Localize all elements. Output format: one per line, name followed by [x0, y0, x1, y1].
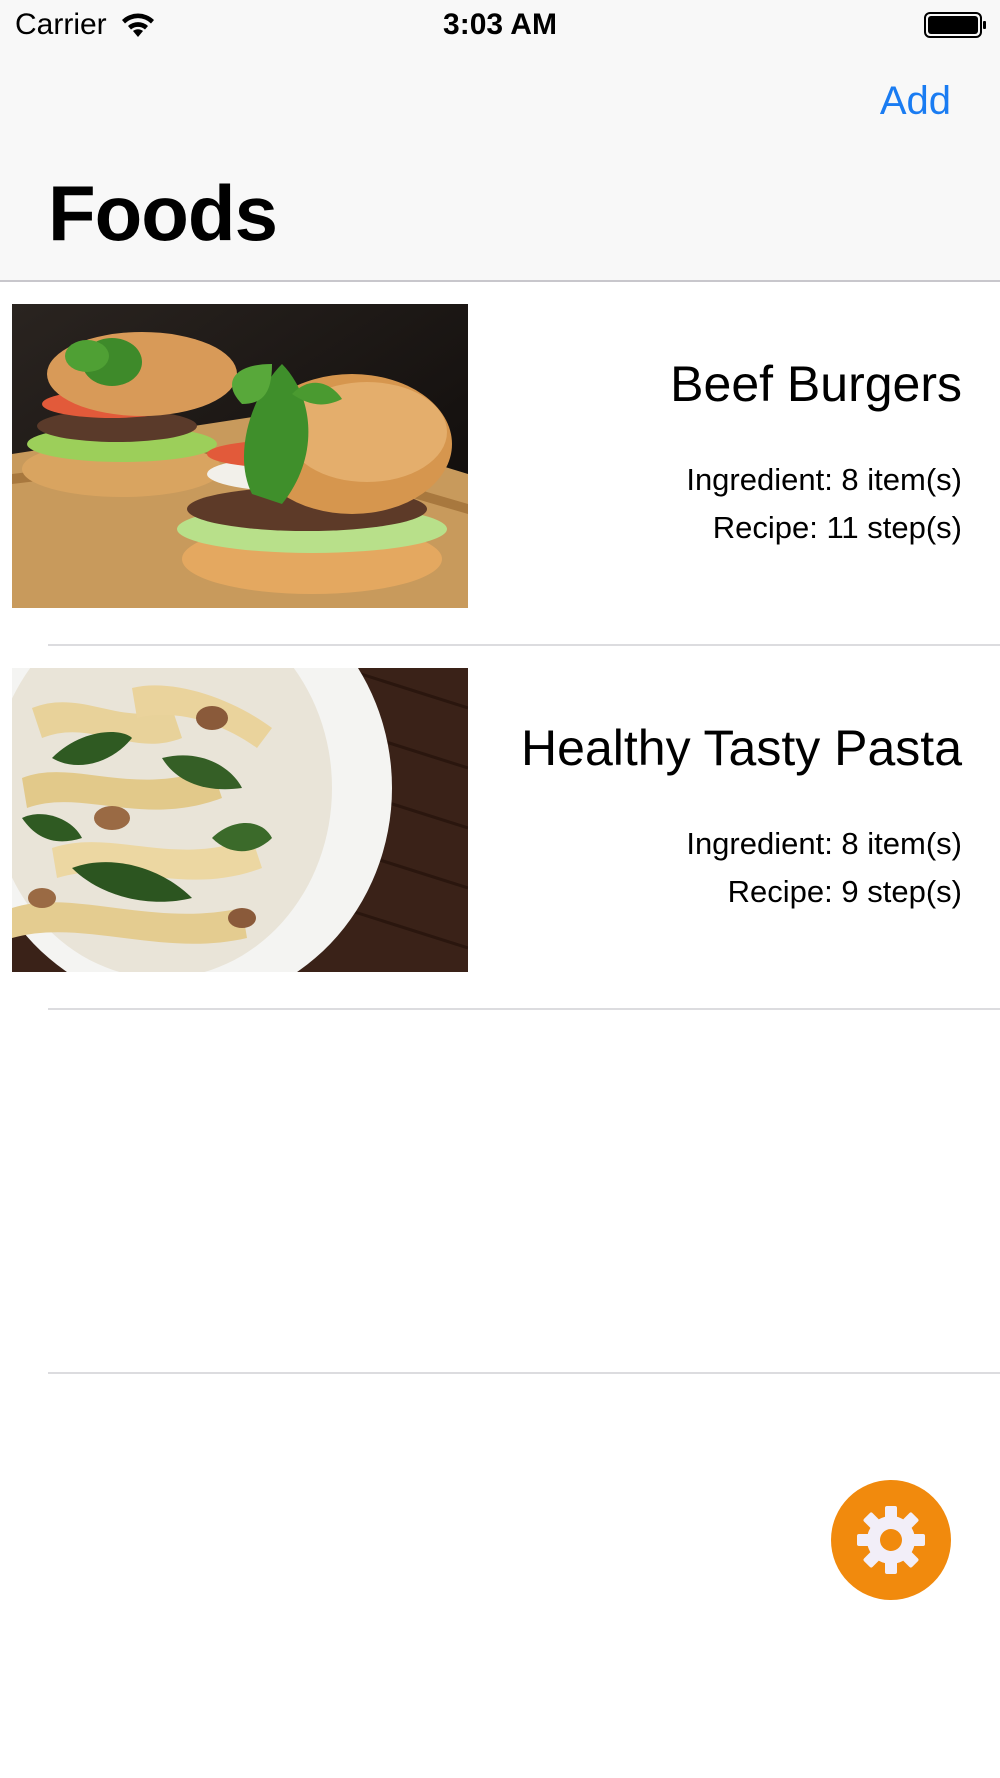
- food-name: Healthy Tasty Pasta: [521, 720, 962, 776]
- burger-photo: [12, 304, 468, 608]
- pasta-photo: [12, 668, 468, 972]
- app-screen: Carrier 3:03 AM Add Foods Beef Burgers I…: [0, 0, 1000, 1778]
- status-time: 3:03 AM: [443, 8, 557, 41]
- ingredient-count: Ingredient: 8 item(s): [686, 462, 962, 497]
- add-button[interactable]: Add: [880, 77, 951, 125]
- page-title: Foods: [48, 169, 278, 257]
- ingredient-count: Ingredient: 8 item(s): [686, 826, 962, 861]
- settings-button[interactable]: [831, 1480, 951, 1600]
- food-name: Beef Burgers: [670, 356, 962, 412]
- row-separator: [48, 1372, 1000, 1374]
- gear-icon: [857, 1506, 925, 1574]
- battery-icon: [924, 12, 986, 38]
- food-list: Beef Burgers Ingredient: 8 item(s) Recip…: [0, 282, 1000, 1374]
- recipe-count: Recipe: 11 step(s): [712, 510, 962, 545]
- food-row[interactable]: Beef Burgers Ingredient: 8 item(s) Recip…: [0, 282, 1000, 646]
- navigation-bar: Add Foods: [0, 50, 1000, 282]
- empty-row: [0, 1010, 1000, 1374]
- status-bar: Carrier 3:03 AM: [0, 0, 1000, 50]
- food-row[interactable]: Healthy Tasty Pasta Ingredient: 8 item(s…: [0, 646, 1000, 1010]
- recipe-count: Recipe: 9 step(s): [727, 874, 962, 909]
